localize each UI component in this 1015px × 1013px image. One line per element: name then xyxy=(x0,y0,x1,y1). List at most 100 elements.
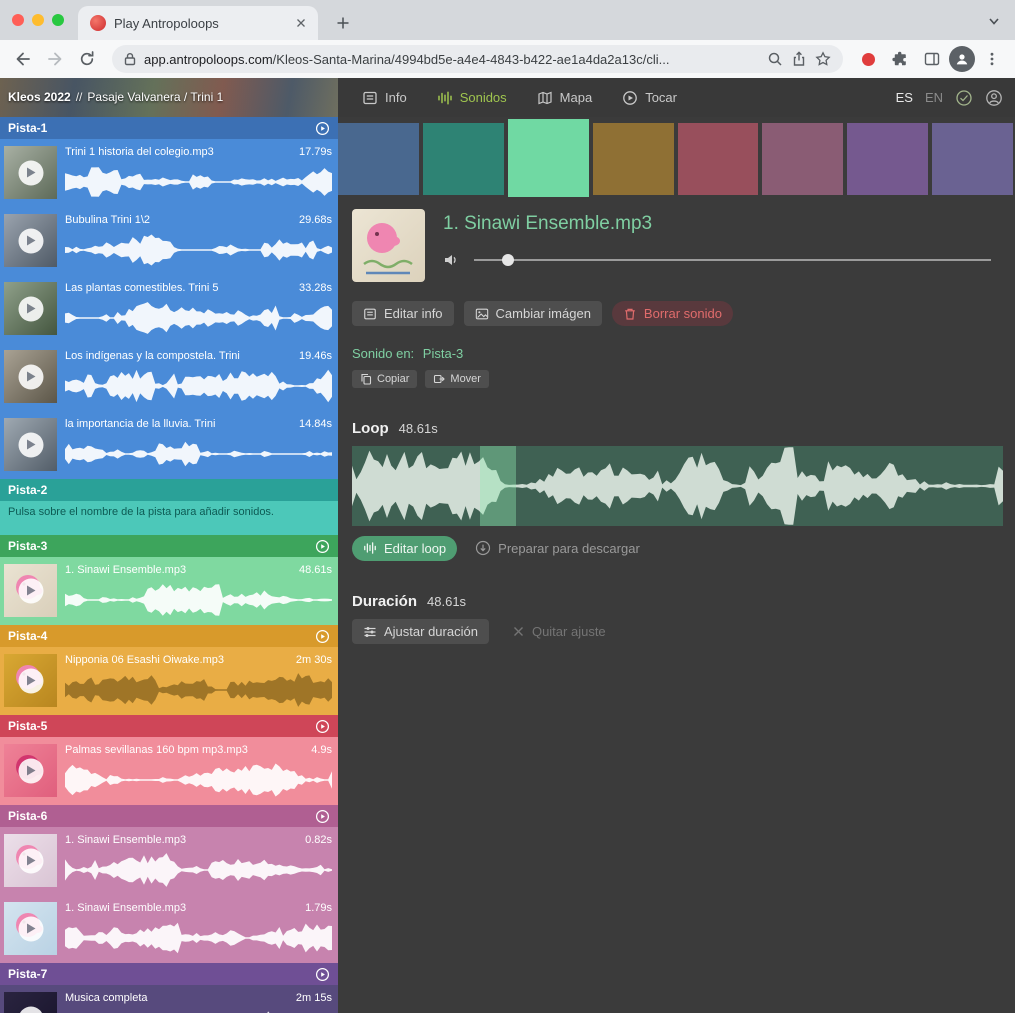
track-play-button[interactable] xyxy=(315,121,330,136)
track-color-swatch[interactable] xyxy=(423,123,504,195)
play-sound-button[interactable] xyxy=(18,160,43,185)
adjust-duration-button[interactable]: Ajustar duración xyxy=(352,619,489,644)
sound-thumbnail[interactable] xyxy=(4,350,57,403)
browser-tab[interactable]: Play Antropoloops xyxy=(78,6,318,40)
move-button[interactable]: Mover xyxy=(425,370,489,388)
play-sound-button[interactable] xyxy=(18,228,43,253)
secure-lock-icon[interactable] xyxy=(124,52,136,66)
nav-tab-tocar[interactable]: Tocar xyxy=(622,90,677,106)
track-color-swatch[interactable] xyxy=(338,123,419,195)
play-sound-button[interactable] xyxy=(18,758,43,783)
play-sound-button[interactable] xyxy=(18,432,43,457)
sound-thumbnail[interactable] xyxy=(4,744,57,797)
track-header[interactable]: Pista-4 xyxy=(0,625,338,647)
delete-sound-button[interactable]: Borrar sonido xyxy=(612,301,733,326)
track-header[interactable]: Pista-7 xyxy=(0,963,338,985)
track-play-button[interactable] xyxy=(315,629,330,644)
track-play-button[interactable] xyxy=(315,719,330,734)
track-header[interactable]: Pista-2 xyxy=(0,479,338,501)
saved-check-icon[interactable] xyxy=(955,89,973,107)
track-header[interactable]: Pista-5 xyxy=(0,715,338,737)
play-sound-button[interactable] xyxy=(18,916,43,941)
record-extension-icon[interactable] xyxy=(853,44,883,74)
sound-item[interactable]: Trini 1 historia del colegio.mp317.79s xyxy=(0,139,338,207)
sound-item[interactable]: Los indígenas y la compostela. Trini19.4… xyxy=(0,343,338,411)
play-sound-button[interactable] xyxy=(18,364,43,389)
minimize-window-button[interactable] xyxy=(32,14,44,26)
sound-thumbnail[interactable] xyxy=(4,282,57,335)
edit-info-button[interactable]: Editar info xyxy=(352,301,454,326)
breadcrumb-project[interactable]: Kleos 2022 xyxy=(8,90,71,104)
track-color-swatch[interactable] xyxy=(508,119,589,197)
share-icon[interactable] xyxy=(791,51,807,67)
sound-image[interactable] xyxy=(352,209,425,282)
loop-selection[interactable] xyxy=(480,446,516,526)
extensions-puzzle-icon[interactable] xyxy=(885,44,915,74)
sound-item[interactable]: Bubulina Trini 1\229.68s xyxy=(0,207,338,275)
zoom-window-button[interactable] xyxy=(52,14,64,26)
copy-button[interactable]: Copiar xyxy=(352,370,417,388)
track-play-button[interactable] xyxy=(315,967,330,982)
bookmark-star-icon[interactable] xyxy=(815,51,831,67)
volume-icon[interactable] xyxy=(443,252,460,268)
volume-knob[interactable] xyxy=(502,254,514,266)
play-sound-button[interactable] xyxy=(18,296,43,321)
project-cover-image[interactable]: Kleos 2022//Pasaje Valvanera / Trini 1 xyxy=(0,78,338,117)
side-panel-icon[interactable] xyxy=(917,44,947,74)
edit-loop-button[interactable]: Editar loop xyxy=(352,536,457,561)
reload-button[interactable] xyxy=(72,44,102,74)
play-sound-button[interactable] xyxy=(18,1006,43,1013)
sound-thumbnail[interactable] xyxy=(4,214,57,267)
sound-thumbnail[interactable] xyxy=(4,146,57,199)
track-color-swatch[interactable] xyxy=(932,123,1013,195)
sound-thumbnail[interactable] xyxy=(4,834,57,887)
sound-item[interactable]: la importancia de la lluvia. Trini14.84s xyxy=(0,411,338,479)
track-header[interactable]: Pista-3 xyxy=(0,535,338,557)
close-window-button[interactable] xyxy=(12,14,24,26)
nav-tab-sonidos[interactable]: Sonidos xyxy=(437,90,507,106)
sound-item[interactable]: 1. Sinawi Ensemble.mp31.79s xyxy=(0,895,338,963)
zoom-icon[interactable] xyxy=(767,51,783,67)
play-sound-button[interactable] xyxy=(18,668,43,693)
sound-thumbnail[interactable] xyxy=(4,418,57,471)
play-sound-button[interactable] xyxy=(18,578,43,603)
tab-search-chevron-icon[interactable] xyxy=(987,14,1001,28)
url-text[interactable]: app.antropoloops.com/Kleos-Santa-Marina/… xyxy=(144,52,759,67)
sound-item[interactable]: Las plantas comestibles. Trini 533.28s xyxy=(0,275,338,343)
loop-waveform-box[interactable] xyxy=(352,446,1003,526)
tab-close-icon[interactable] xyxy=(292,14,310,32)
track-color-swatch[interactable] xyxy=(593,123,674,195)
profile-avatar[interactable] xyxy=(949,46,975,72)
nav-tab-mapa[interactable]: Mapa xyxy=(537,90,593,106)
new-tab-button[interactable] xyxy=(332,12,354,34)
play-sound-button[interactable] xyxy=(18,848,43,873)
sound-item[interactable]: Palmas sevillanas 160 bpm mp3.mp34.9s xyxy=(0,737,338,805)
back-button[interactable] xyxy=(8,44,38,74)
sound-item[interactable]: Musica completa2m 15s xyxy=(0,985,338,1013)
sound-item[interactable]: 1. Sinawi Ensemble.mp30.82s xyxy=(0,827,338,895)
sound-thumbnail[interactable] xyxy=(4,902,57,955)
language-es[interactable]: ES xyxy=(896,90,913,105)
breadcrumb[interactable]: Kleos 2022//Pasaje Valvanera / Trini 1 xyxy=(8,90,223,104)
sound-item[interactable]: 1. Sinawi Ensemble.mp348.61s xyxy=(0,557,338,625)
sound-thumbnail[interactable] xyxy=(4,992,57,1013)
forward-button[interactable] xyxy=(40,44,70,74)
track-play-button[interactable] xyxy=(315,539,330,554)
nav-tab-info[interactable]: Info xyxy=(362,90,407,106)
language-en[interactable]: EN xyxy=(925,90,943,105)
track-header[interactable]: Pista-6 xyxy=(0,805,338,827)
browser-menu-icon[interactable] xyxy=(977,44,1007,74)
prepare-download-button[interactable]: Preparar para descargar xyxy=(473,535,642,561)
track-color-swatch[interactable] xyxy=(762,123,843,195)
address-bar[interactable]: app.antropoloops.com/Kleos-Santa-Marina/… xyxy=(112,45,843,73)
sound-thumbnail[interactable] xyxy=(4,654,57,707)
track-color-swatch[interactable] xyxy=(847,123,928,195)
tracks-sidebar[interactable]: Pista-1Trini 1 historia del colegio.mp31… xyxy=(0,117,338,1013)
change-image-button[interactable]: Cambiar imágen xyxy=(464,301,602,326)
sound-item[interactable]: Nipponia 06 Esashi Oiwake.mp32m 30s xyxy=(0,647,338,715)
remove-adjust-button[interactable]: Quitar ajuste xyxy=(501,619,617,644)
volume-slider[interactable] xyxy=(474,253,991,267)
track-header[interactable]: Pista-1 xyxy=(0,117,338,139)
sound-track-link[interactable]: Pista-3 xyxy=(423,346,463,361)
account-icon[interactable] xyxy=(985,89,1003,107)
